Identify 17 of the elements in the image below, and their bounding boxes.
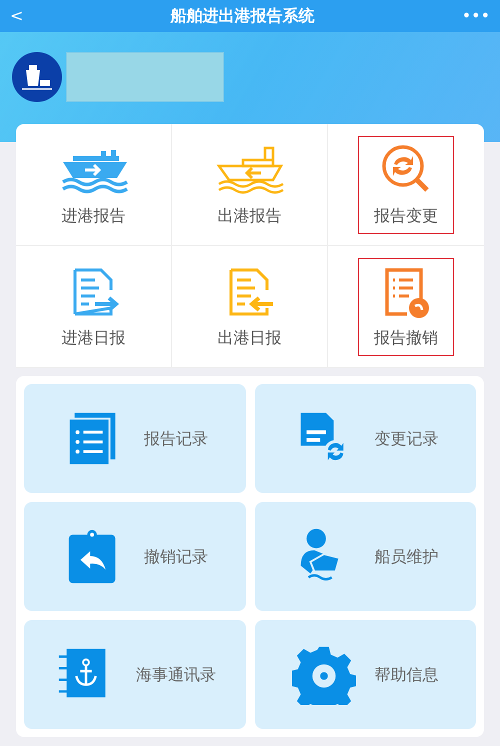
menu-item[interactable]: 出港报告 (202, 136, 298, 234)
more-button[interactable]: ••• (452, 0, 500, 32)
record-tile[interactable]: 报告记录 (24, 384, 246, 493)
menu-item[interactable]: 报告撤销 (358, 258, 454, 356)
menu-item[interactable]: 报告变更 (358, 136, 454, 234)
record-tile[interactable]: 帮助信息 (254, 620, 476, 729)
gear-icon (292, 644, 356, 704)
menu-item[interactable]: 进港日报 (46, 258, 142, 356)
record-tile[interactable]: 船员维护 (254, 502, 476, 611)
record-tile[interactable]: 变更记录 (254, 384, 476, 493)
window-title: 船舶进出港报告系统 (170, 5, 315, 27)
menu-item[interactable]: 出港日报 (202, 258, 298, 356)
menu-item[interactable]: 进港报告 (46, 136, 142, 234)
record-tile[interactable]: 撤销记录 (24, 502, 246, 611)
record-tile[interactable]: 海事通讯录 (24, 620, 246, 729)
back-button[interactable]: < (0, 0, 34, 32)
avatar-icon (12, 52, 62, 102)
